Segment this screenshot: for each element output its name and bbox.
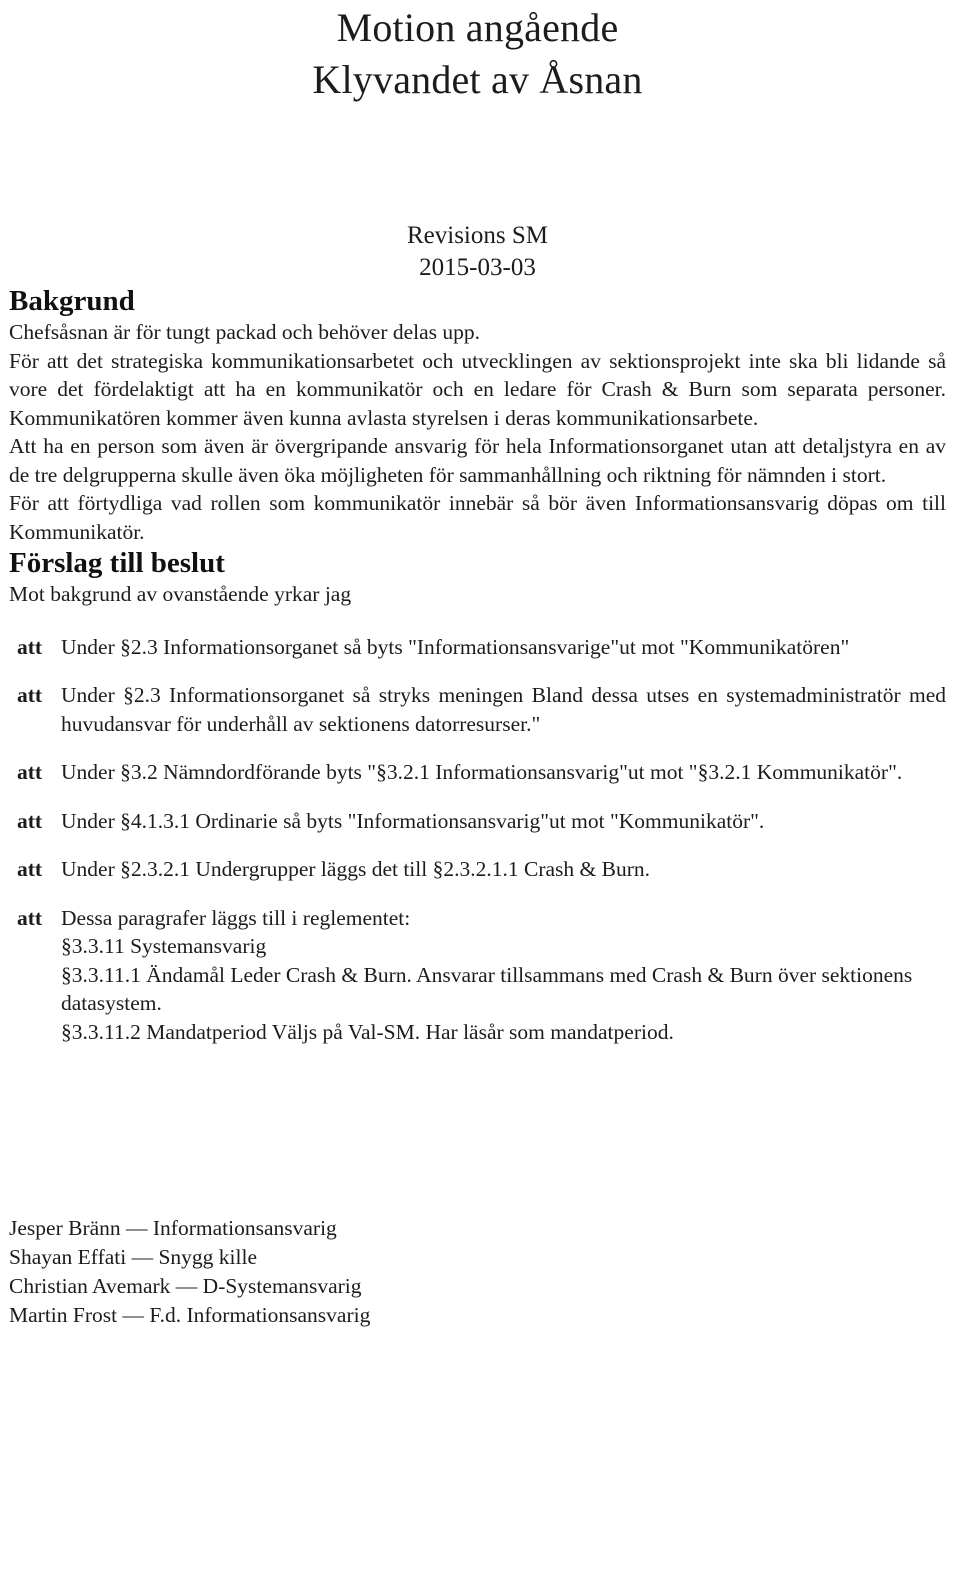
section-heading-bakgrund: Bakgrund <box>9 285 135 317</box>
att-marker: att <box>17 760 43 784</box>
att-item-subline: §3.3.11.2 Mandatperiod Väljs på Val-SM. … <box>61 1019 674 1044</box>
att-item-subline: §3.3.11 Systemansvarig <box>61 934 267 958</box>
document-content: Motion angående Klyvandet av Åsnan Revis… <box>0 0 960 1330</box>
att-item-text: Dessa paragrafer läggs till i reglemente… <box>61 905 411 930</box>
signature-line: Christian Avemark — D-Systemansvarig <box>9 1274 362 1298</box>
att-item: att Under §3.2 Nämndordförande byts "§3.… <box>9 758 946 787</box>
signature-line: Shayan Effati — Snygg kille <box>9 1245 258 1269</box>
signature-line: Martin Frost — F.d. Informationsansvarig <box>9 1303 371 1327</box>
bakgrund-paragraph-4: För att förtydliga vad rollen som kommun… <box>9 491 946 544</box>
att-item: att Under §4.1.3.1 Ordinarie så byts "In… <box>9 807 946 836</box>
meeting-date: 2015-03-03 <box>419 254 536 281</box>
att-marker: att <box>17 808 43 833</box>
att-item: att Under §2.3 Informationsorganet så st… <box>9 681 946 738</box>
att-item-subline: §3.3.11.1 Ändamål Leder Crash & Burn. An… <box>61 962 913 1016</box>
document-subtitle-block: Revisions SM 2015-03-03 <box>9 220 946 284</box>
att-item-text: Under §4.1.3.1 Ordinarie så byts "Inform… <box>61 808 765 833</box>
att-marker: att <box>17 634 43 659</box>
document-page: Motion angående Klyvandet av Åsnan Revis… <box>0 0 960 1585</box>
document-title-line-2: Klyvandet av Åsnan <box>312 57 643 102</box>
att-marker: att <box>17 905 43 930</box>
document-title-block: Motion angående Klyvandet av Åsnan <box>9 0 946 106</box>
att-item-text: Under §2.3 Informationsorganet så byts "… <box>61 634 850 659</box>
meeting-name: Revisions SM <box>406 222 548 249</box>
att-marker: att <box>17 683 43 707</box>
signature-block: Jesper Bränn — Informationsansvarig Shay… <box>9 1214 946 1330</box>
att-item-text: Under §3.2 Nämndordförande byts "§3.2.1 … <box>61 760 903 784</box>
document-title-line-1: Motion angående <box>336 5 619 50</box>
att-list: att Under §2.3 Informationsorganet så by… <box>9 633 946 1047</box>
att-item: att Dessa paragrafer läggs till i reglem… <box>9 904 946 1047</box>
att-item-text: Under §2.3 Informationsorganet så stryks… <box>61 683 946 736</box>
att-item: att Under §2.3 Informationsorganet så by… <box>9 633 946 662</box>
section-heading-forslag-till-beslut: Förslag till beslut <box>9 547 225 579</box>
forslag-intro: Mot bakgrund av ovanstående yrkar jag <box>9 582 352 606</box>
bakgrund-paragraph-3: Att ha en person som även är övergripand… <box>9 434 946 487</box>
att-item: att Under §2.3.2.1 Undergrupper läggs de… <box>9 855 946 884</box>
bakgrund-paragraph-1: Chefsåsnan är för tungt packad och behöv… <box>9 320 481 344</box>
signature-line: Jesper Bränn — Informationsansvarig <box>9 1216 337 1240</box>
att-marker: att <box>17 857 43 881</box>
att-item-text: Under §2.3.2.1 Undergrupper läggs det ti… <box>61 857 650 881</box>
bakgrund-paragraph-2: För att det strategiska kommunikationsar… <box>9 348 946 430</box>
